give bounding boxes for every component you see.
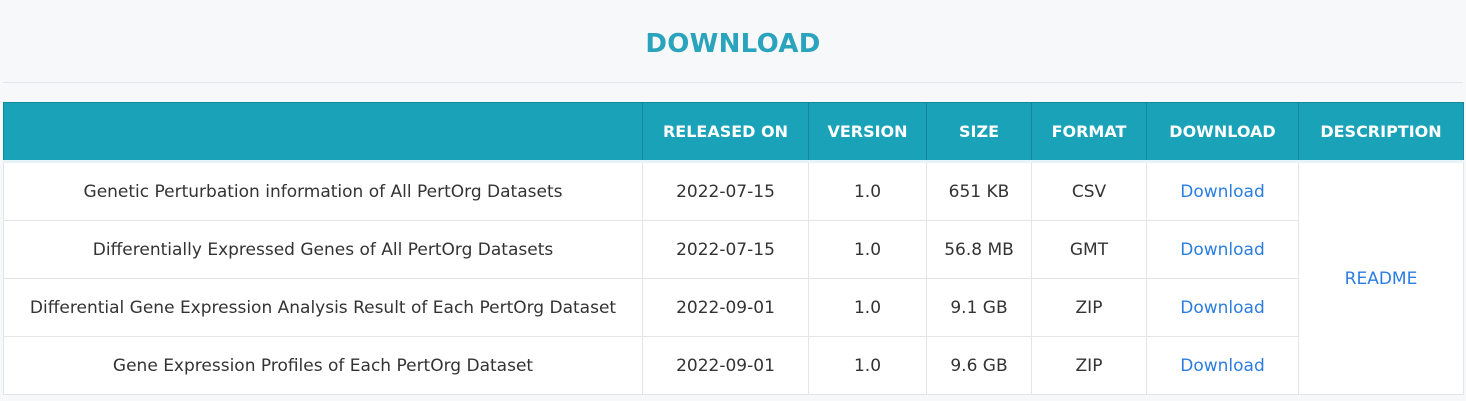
page-title: DOWNLOAD <box>645 29 821 59</box>
format-cell: GMT <box>1031 220 1147 279</box>
table-row: Genetic Perturbation information of All … <box>3 161 1464 395</box>
column-header-released-on: RELEASED ON <box>642 102 809 162</box>
dataset-name: Differential Gene Expression Analysis Re… <box>3 278 643 337</box>
size-cell: 651 KB <box>926 161 1032 221</box>
description-cell: README <box>1298 161 1464 395</box>
table-row: Differential Gene Expression Analysis Re… <box>3 278 1464 337</box>
download-link[interactable]: Download <box>1180 298 1265 318</box>
format-cell: ZIP <box>1031 278 1147 337</box>
column-header-format: FORMAT <box>1031 102 1147 162</box>
download-cell: Download <box>1146 220 1299 279</box>
column-header-size: SIZE <box>926 102 1032 162</box>
version-cell: 1.0 <box>808 161 927 221</box>
download-page: DOWNLOAD RELEASED ON VERSION SIZE FORMAT… <box>0 0 1466 401</box>
download-link[interactable]: Download <box>1180 356 1265 376</box>
download-link[interactable]: Download <box>1180 240 1265 260</box>
format-cell: CSV <box>1031 161 1147 221</box>
format-cell: ZIP <box>1031 336 1147 395</box>
version-cell: 1.0 <box>808 336 927 395</box>
download-table: RELEASED ON VERSION SIZE FORMAT DOWNLOAD… <box>3 102 1464 395</box>
version-cell: 1.0 <box>808 278 927 337</box>
download-cell: Download <box>1146 336 1299 395</box>
dataset-name: Differentially Expressed Genes of All Pe… <box>3 220 643 279</box>
title-area: DOWNLOAD <box>3 0 1463 83</box>
size-cell: 9.6 GB <box>926 336 1032 395</box>
table-row: Gene Expression Profiles of Each PertOrg… <box>3 336 1464 395</box>
column-header-description: DESCRIPTION <box>1298 102 1464 162</box>
size-cell: 56.8 MB <box>926 220 1032 279</box>
column-header-download: DOWNLOAD <box>1146 102 1299 162</box>
released-on-cell: 2022-09-01 <box>642 278 809 337</box>
download-cell: Download <box>1146 278 1299 337</box>
readme-link[interactable]: README <box>1345 269 1418 289</box>
dataset-name: Gene Expression Profiles of Each PertOrg… <box>3 336 643 395</box>
dataset-name: Genetic Perturbation information of All … <box>3 161 643 221</box>
download-link[interactable]: Download <box>1180 182 1265 202</box>
table-row: Differentially Expressed Genes of All Pe… <box>3 220 1464 279</box>
table-header-row: RELEASED ON VERSION SIZE FORMAT DOWNLOAD… <box>3 102 1464 162</box>
column-header-name <box>3 102 643 162</box>
column-header-version: VERSION <box>808 102 927 162</box>
download-cell: Download <box>1146 161 1299 221</box>
released-on-cell: 2022-07-15 <box>642 220 809 279</box>
released-on-cell: 2022-09-01 <box>642 336 809 395</box>
released-on-cell: 2022-07-15 <box>642 161 809 221</box>
size-cell: 9.1 GB <box>926 278 1032 337</box>
version-cell: 1.0 <box>808 220 927 279</box>
